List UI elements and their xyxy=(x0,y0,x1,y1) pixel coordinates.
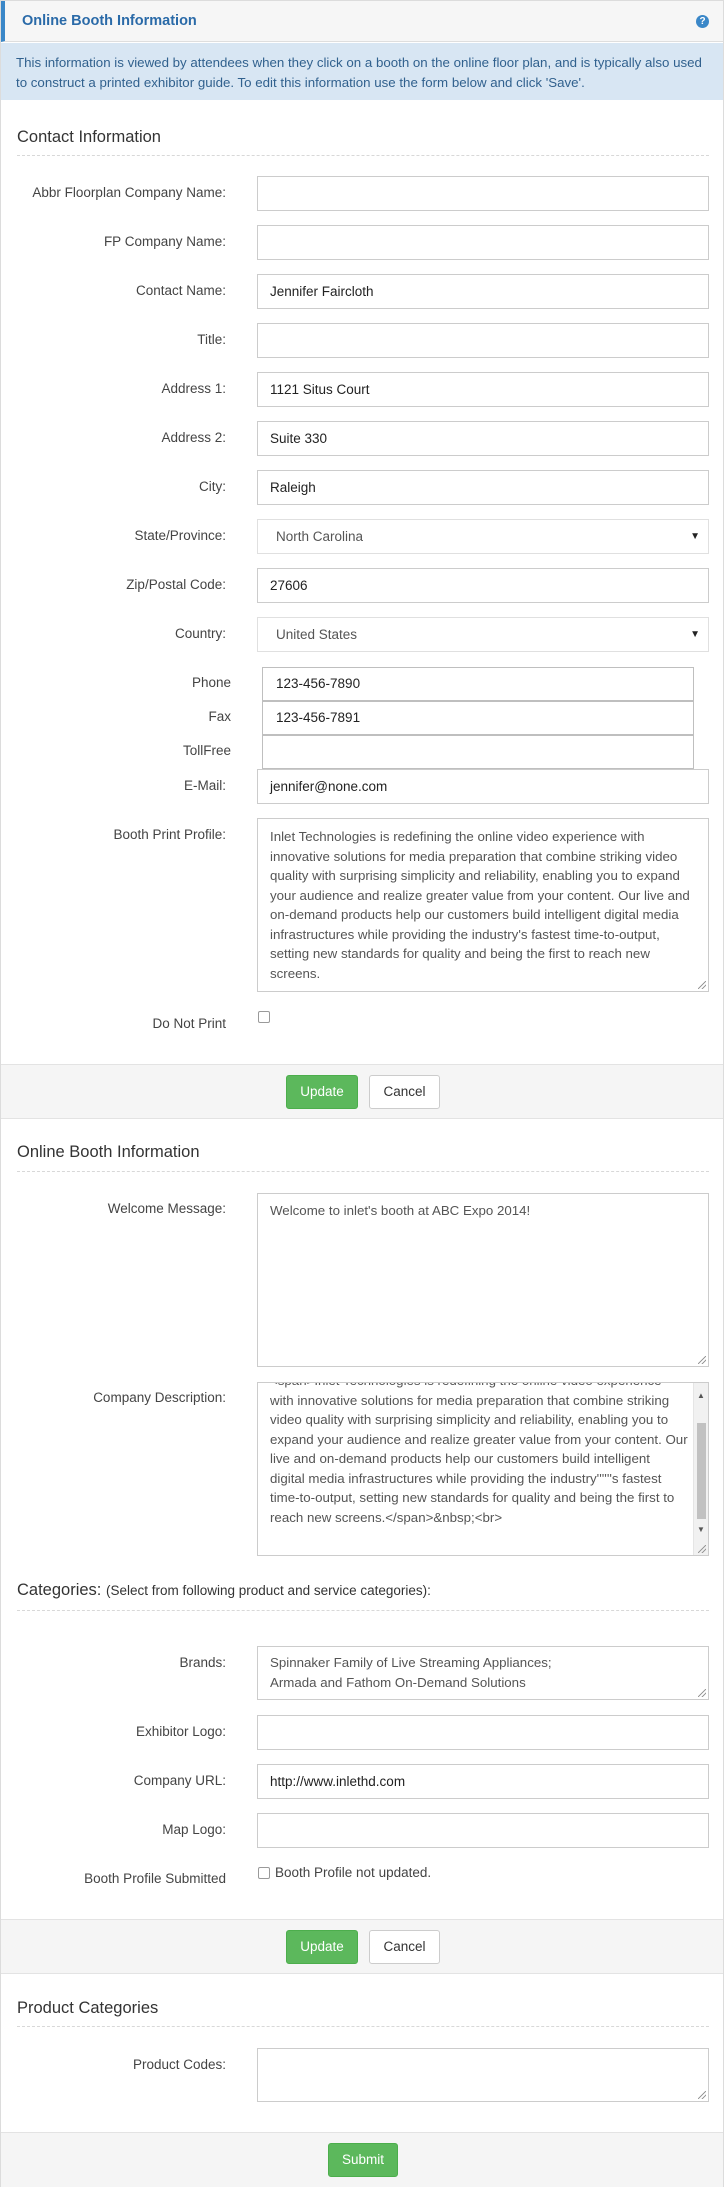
welcome-label: Welcome Message: xyxy=(107,1201,226,1216)
state-select[interactable]: North Carolina ▼ xyxy=(257,519,709,554)
divider xyxy=(17,1610,709,1611)
state-label: State/Province: xyxy=(134,528,226,543)
cancel-button[interactable]: Cancel xyxy=(369,1930,440,1964)
abbr-company-label: Abbr Floorplan Company Name: xyxy=(32,185,226,200)
scrollbar-thumb[interactable] xyxy=(697,1423,706,1519)
booth-profile-text: Inlet Technologies is redefining the onl… xyxy=(270,829,690,981)
booth-profile-textarea[interactable]: Inlet Technologies is redefining the onl… xyxy=(257,818,709,992)
zip-label: Zip/Postal Code: xyxy=(126,577,226,592)
fp-company-label: FP Company Name: xyxy=(103,234,226,249)
submit-action-bar: Submit xyxy=(1,2132,723,2187)
email-label: E-Mail: xyxy=(183,778,226,793)
phone-label: Phone xyxy=(191,675,231,690)
product-codes-label: Product Codes: xyxy=(132,2057,226,2072)
product-codes-textarea[interactable] xyxy=(257,2048,709,2102)
chevron-down-icon: ▼ xyxy=(690,629,700,640)
welcome-text: Welcome to inlet's booth at ABC Expo 201… xyxy=(270,1203,531,1218)
map-logo-label: Map Logo: xyxy=(162,1822,226,1837)
company-url-label: Company URL: xyxy=(133,1773,226,1788)
phone-input[interactable]: 123-456-7890 xyxy=(262,667,694,701)
fp-company-input[interactable] xyxy=(257,225,709,260)
product-section-title: Product Categories xyxy=(17,1999,159,2017)
scroll-down-icon[interactable]: ▼ xyxy=(697,1520,705,1540)
country-selected-value: United States xyxy=(276,627,358,642)
fax-label: Fax xyxy=(208,709,231,724)
contact-name-label: Contact Name: xyxy=(135,283,226,298)
profile-submitted-label: Booth Profile Submitted xyxy=(84,1871,226,1886)
tollfree-label: TollFree xyxy=(182,743,231,758)
do-not-print-checkbox[interactable] xyxy=(258,1011,270,1023)
update-button[interactable]: Update xyxy=(286,1075,358,1109)
zip-input[interactable]: 27606 xyxy=(257,568,709,603)
resize-handle-icon[interactable] xyxy=(698,1545,706,1553)
address1-label: Address 1: xyxy=(161,381,226,396)
divider xyxy=(17,2026,709,2027)
exhibitor-logo-label: Exhibitor Logo: xyxy=(135,1724,226,1739)
booth-profile-label: Booth Print Profile: xyxy=(113,827,226,842)
country-select[interactable]: United States ▼ xyxy=(257,617,709,652)
categories-title: Categories: (Select from following produ… xyxy=(17,1581,431,1600)
address2-label: Address 2: xyxy=(161,430,226,445)
map-logo-input[interactable] xyxy=(257,1813,709,1848)
contact-action-bar: Update Cancel xyxy=(1,1064,723,1119)
divider xyxy=(17,155,709,156)
divider xyxy=(17,1171,709,1172)
panel-header: Online Booth Information ? xyxy=(1,1,723,42)
info-message: This information is viewed by attendees … xyxy=(1,43,723,100)
description-text: <span>Inlet Technologies is redefining t… xyxy=(270,1383,688,1525)
description-label: Company Description: xyxy=(93,1390,226,1405)
resize-handle-icon[interactable] xyxy=(698,2091,706,2099)
email-input[interactable]: jennifer@none.com xyxy=(257,769,709,804)
booth-info-form: Online Booth Information ? This informat… xyxy=(0,0,724,2187)
panel-title: Online Booth Information xyxy=(22,13,197,29)
brands-line-1: Spinnaker Family of Live Streaming Appli… xyxy=(270,1655,552,1670)
tollfree-input[interactable] xyxy=(262,735,694,769)
brands-textarea[interactable]: Spinnaker Family of Live Streaming Appli… xyxy=(257,1646,709,1700)
cancel-button[interactable]: Cancel xyxy=(369,1075,440,1109)
brands-line-2: Armada and Fathom On-Demand Solutions xyxy=(270,1674,526,1690)
city-label: City: xyxy=(199,479,226,494)
address2-input[interactable]: Suite 330 xyxy=(257,421,709,456)
company-url-input[interactable]: http://www.inlethd.com xyxy=(257,1764,709,1799)
exhibitor-logo-input[interactable] xyxy=(257,1715,709,1750)
update-button[interactable]: Update xyxy=(286,1930,358,1964)
state-selected-value: North Carolina xyxy=(276,529,364,544)
description-textarea[interactable]: <span>Inlet Technologies is redefining t… xyxy=(257,1382,709,1556)
resize-handle-icon[interactable] xyxy=(698,1356,706,1364)
help-icon[interactable]: ? xyxy=(696,15,709,28)
country-label: Country: xyxy=(174,626,226,641)
title-label: Title: xyxy=(197,332,226,347)
address1-input[interactable]: 1121 Situs Court xyxy=(257,372,709,407)
brands-label: Brands: xyxy=(179,1655,226,1670)
categories-subtitle: (Select from following product and servi… xyxy=(105,1583,431,1598)
categories-title-text: Categories: xyxy=(17,1581,102,1599)
contact-section-title: Contact Information xyxy=(17,128,161,146)
online-action-bar: Update Cancel xyxy=(1,1919,723,1974)
profile-submitted-checkbox[interactable] xyxy=(258,1867,270,1879)
resize-handle-icon[interactable] xyxy=(698,981,706,989)
title-input[interactable] xyxy=(257,323,709,358)
city-input[interactable]: Raleigh xyxy=(257,470,709,505)
abbr-company-input[interactable] xyxy=(257,176,709,211)
welcome-textarea[interactable]: Welcome to inlet's booth at ABC Expo 201… xyxy=(257,1193,709,1367)
contact-name-input[interactable]: Jennifer Faircloth xyxy=(257,274,709,309)
chevron-down-icon: ▼ xyxy=(690,531,700,542)
scrollbar[interactable]: ▲ ▼ xyxy=(693,1383,708,1555)
resize-handle-icon[interactable] xyxy=(698,1689,706,1697)
submit-button[interactable]: Submit xyxy=(328,2143,398,2177)
fax-input[interactable]: 123-456-7891 xyxy=(262,701,694,735)
do-not-print-label: Do Not Print xyxy=(152,1016,226,1031)
scroll-up-icon[interactable]: ▲ xyxy=(697,1386,705,1406)
online-section-title: Online Booth Information xyxy=(17,1143,200,1161)
profile-submitted-text: Booth Profile not updated. xyxy=(275,1865,432,1880)
